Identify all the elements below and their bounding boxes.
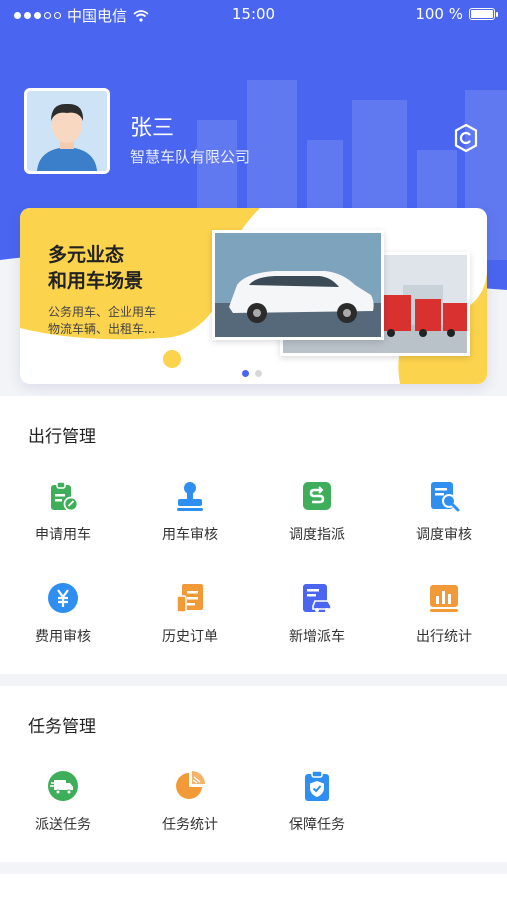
pager-dot-active[interactable] — [242, 370, 249, 377]
grid-item-label: 出行统计 — [416, 629, 472, 645]
banner-subtitle-line1: 公务用车、企业用车 — [48, 305, 157, 319]
grid-item-label: 调度审核 — [416, 527, 472, 543]
task-management-section: 任务管理 派送任务 任务统计 保障任务 — [0, 686, 507, 862]
stamp-icon — [177, 482, 203, 511]
delivery-truck-icon — [48, 771, 78, 801]
banner-pager[interactable] — [242, 370, 262, 377]
banner-title-line1: 多元业态 — [48, 244, 125, 266]
avatar-person-icon — [27, 91, 107, 171]
grid-item-dispatch-assign[interactable]: 调度指派 — [254, 480, 380, 560]
shield-clipboard-icon — [305, 770, 329, 801]
history-order-icon — [176, 584, 203, 613]
grid-item-label: 保障任务 — [289, 817, 345, 833]
banner-title-line2: 和用车场景 — [48, 270, 144, 292]
section-title: 出行管理 — [28, 427, 96, 447]
grid-item-expense-review[interactable]: 费用审核 — [0, 582, 126, 662]
grid-item-apply-car[interactable]: 申请用车 — [0, 480, 126, 560]
next-section-placeholder — [0, 874, 507, 900]
grid-item-label: 费用审核 — [35, 629, 91, 645]
grid-item-new-dispatch[interactable]: 新增派车 — [254, 582, 380, 662]
user-avatar[interactable] — [24, 88, 110, 174]
bar-chart-icon — [430, 585, 458, 612]
grid-item-label: 用车审核 — [162, 527, 218, 543]
user-name: 张三 — [130, 116, 175, 141]
banner-title: 多元业态 和用车场景 — [48, 242, 143, 294]
travel-management-section: 出行管理 申请用车 用车审核 调度指派 调度审核 费用审核 历史订单 新增派车 … — [0, 396, 507, 674]
grid-item-label: 历史订单 — [162, 629, 218, 645]
add-vehicle-icon — [303, 584, 332, 612]
minivan-photo — [212, 230, 384, 340]
grid-item-travel-stats[interactable]: 出行统计 — [381, 582, 507, 662]
grid-item-label: 新增派车 — [289, 629, 345, 645]
grid-item-label: 任务统计 — [162, 817, 218, 833]
pager-dot[interactable] — [255, 370, 262, 377]
promo-banner[interactable]: 多元业态 和用车场景 公务用车、企业用车 物流车辆、出租车... — [20, 208, 487, 384]
grid-item-task-stats[interactable]: 任务统计 — [127, 770, 253, 850]
grid-item-label: 申请用车 — [35, 527, 91, 543]
battery-icon — [469, 8, 498, 20]
section-title: 任务管理 — [28, 717, 96, 737]
grid-item-dispatch-review[interactable]: 调度审核 — [381, 480, 507, 560]
apply-car-icon — [51, 481, 79, 512]
settings-icon[interactable] — [450, 122, 482, 154]
grid-item-car-review[interactable]: 用车审核 — [127, 480, 253, 560]
battery-label: 100 % — [415, 5, 463, 23]
dispatch-icon — [303, 482, 331, 510]
grid-item-guarantee-task[interactable]: 保障任务 — [254, 770, 380, 850]
banner-subtitle: 公务用车、企业用车 物流车辆、出租车... — [48, 304, 156, 338]
grid-item-label: 派送任务 — [35, 817, 91, 833]
grid-item-history-orders[interactable]: 历史订单 — [127, 582, 253, 662]
status-bar: 中国电信 15:00 100 % — [0, 0, 507, 28]
banner-subtitle-line2: 物流车辆、出租车... — [48, 322, 156, 336]
grid-item-label: 调度指派 — [289, 527, 345, 543]
company-name: 智慧车队有限公司 — [130, 148, 251, 166]
pie-chart-icon — [176, 771, 205, 799]
yuan-icon — [48, 583, 78, 613]
grid-item-delivery-task[interactable]: 派送任务 — [0, 770, 126, 850]
dispatch-review-icon — [431, 482, 460, 512]
